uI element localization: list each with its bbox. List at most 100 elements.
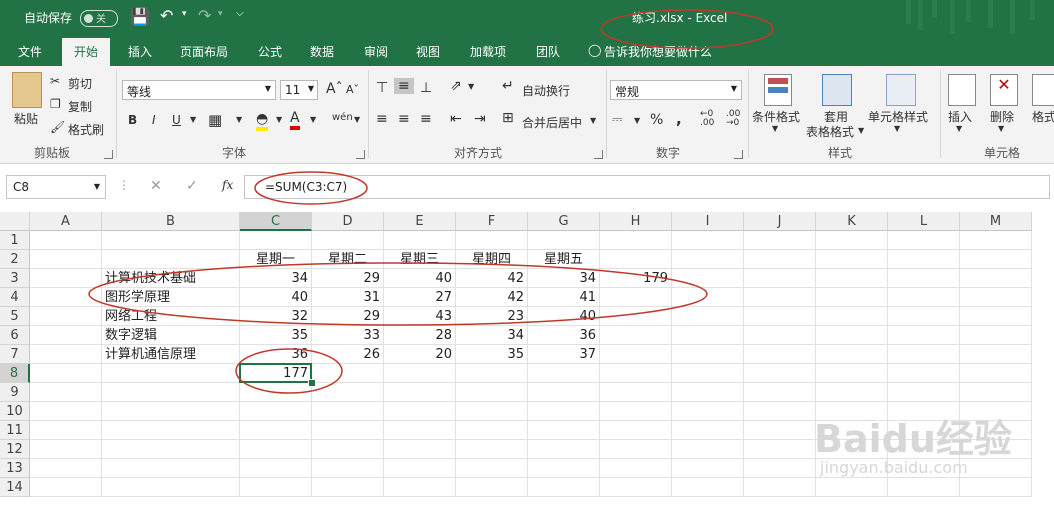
increase-indent-icon[interactable]: ⇥ <box>474 111 486 127</box>
cell-c4[interactable]: 40 <box>240 288 312 307</box>
cell-j14[interactable] <box>744 478 816 497</box>
chevron-down-icon[interactable]: ▼ <box>634 116 640 125</box>
chevron-down-icon[interactable]: ▼ <box>468 82 474 91</box>
row-header-1[interactable]: 1 <box>0 231 30 250</box>
underline-button[interactable]: U <box>172 113 181 127</box>
cell-styles-button[interactable]: 单元格样式 <box>868 108 928 125</box>
cell-h5[interactable] <box>600 307 672 326</box>
cell-a13[interactable] <box>30 459 102 478</box>
tab-review[interactable]: 审阅 <box>364 43 388 60</box>
cell-f9[interactable] <box>456 383 528 402</box>
cell-a6[interactable] <box>30 326 102 345</box>
tab-data[interactable]: 数据 <box>310 43 334 60</box>
cell-j2[interactable] <box>744 250 816 269</box>
cell-b2[interactable] <box>102 250 240 269</box>
cell-g5[interactable]: 40 <box>528 307 600 326</box>
cell-a8[interactable] <box>30 364 102 383</box>
chevron-down-icon[interactable]: ▼ <box>894 124 900 133</box>
cell-b8[interactable] <box>102 364 240 383</box>
cell-c12[interactable] <box>240 440 312 459</box>
percent-button[interactable]: % <box>650 112 663 128</box>
cell-f11[interactable] <box>456 421 528 440</box>
cell-k3[interactable] <box>816 269 888 288</box>
row-header-10[interactable]: 10 <box>0 402 30 421</box>
cell-d10[interactable] <box>312 402 384 421</box>
cell-j6[interactable] <box>744 326 816 345</box>
cell-l9[interactable] <box>888 383 960 402</box>
cell-b11[interactable] <box>102 421 240 440</box>
cell-l8[interactable] <box>888 364 960 383</box>
cell-h13[interactable] <box>600 459 672 478</box>
cell-i10[interactable] <box>672 402 744 421</box>
copy-button[interactable]: 复制 <box>68 98 92 115</box>
cell-d2[interactable]: 星期二 <box>312 250 384 269</box>
align-top-icon[interactable]: ⊤ <box>376 80 388 96</box>
conditional-format-button[interactable]: 条件格式 <box>752 108 800 125</box>
cell-f14[interactable] <box>456 478 528 497</box>
cell-b6[interactable]: 数字逻辑 <box>102 326 240 345</box>
cell-b5[interactable]: 网络工程 <box>102 307 240 326</box>
cell-h10[interactable] <box>600 402 672 421</box>
cell-f12[interactable] <box>456 440 528 459</box>
currency-icon[interactable]: ⎓ <box>612 112 622 127</box>
cell-d6[interactable]: 33 <box>312 326 384 345</box>
alignment-launcher-icon[interactable] <box>594 150 603 159</box>
cell-l6[interactable] <box>888 326 960 345</box>
tell-me-box[interactable]: 告诉我你想要做什么 <box>604 43 712 60</box>
cell-d4[interactable]: 31 <box>312 288 384 307</box>
cell-d8[interactable] <box>312 364 384 383</box>
cell-l4[interactable] <box>888 288 960 307</box>
cell-b10[interactable] <box>102 402 240 421</box>
cell-j11[interactable] <box>744 421 816 440</box>
cell-e6[interactable]: 28 <box>384 326 456 345</box>
cell-i6[interactable] <box>672 326 744 345</box>
cell-i11[interactable] <box>672 421 744 440</box>
cell-b3[interactable]: 计算机技术基础 <box>102 269 240 288</box>
cell-m7[interactable] <box>960 345 1032 364</box>
cell-a3[interactable] <box>30 269 102 288</box>
cell-f1[interactable] <box>456 231 528 250</box>
cell-e9[interactable] <box>384 383 456 402</box>
cell-j1[interactable] <box>744 231 816 250</box>
cell-a5[interactable] <box>30 307 102 326</box>
cell-g12[interactable] <box>528 440 600 459</box>
cell-i9[interactable] <box>672 383 744 402</box>
cell-c5[interactable]: 32 <box>240 307 312 326</box>
cell-e2[interactable]: 星期三 <box>384 250 456 269</box>
tab-page-layout[interactable]: 页面布局 <box>180 43 228 60</box>
cell-k9[interactable] <box>816 383 888 402</box>
cell-j7[interactable] <box>744 345 816 364</box>
number-format-select[interactable]: 常规 ▼ <box>610 80 742 100</box>
cell-d7[interactable]: 26 <box>312 345 384 364</box>
cell-m1[interactable] <box>960 231 1032 250</box>
cell-m14[interactable] <box>960 478 1032 497</box>
cell-g1[interactable] <box>528 231 600 250</box>
column-header-c[interactable]: C <box>240 212 312 231</box>
cell-j9[interactable] <box>744 383 816 402</box>
cell-j12[interactable] <box>744 440 816 459</box>
cell-b14[interactable] <box>102 478 240 497</box>
cell-m8[interactable] <box>960 364 1032 383</box>
row-header-7[interactable]: 7 <box>0 345 30 364</box>
cell-a7[interactable] <box>30 345 102 364</box>
column-header-b[interactable]: B <box>102 212 240 231</box>
merge-center-button[interactable]: 合并后居中 <box>522 114 582 131</box>
cell-d3[interactable]: 29 <box>312 269 384 288</box>
cell-l7[interactable] <box>888 345 960 364</box>
name-box[interactable]: C8 ▼ <box>6 175 106 199</box>
cell-c11[interactable] <box>240 421 312 440</box>
chevron-down-icon[interactable]: ▼ <box>858 126 864 135</box>
chevron-down-icon[interactable]: ▼ <box>998 124 1004 133</box>
column-header-a[interactable]: A <box>30 212 102 231</box>
cell-e1[interactable] <box>384 231 456 250</box>
tab-team[interactable]: 团队 <box>536 43 560 60</box>
format-painter-button[interactable]: 格式刷 <box>68 121 104 138</box>
column-header-d[interactable]: D <box>312 212 384 231</box>
chevron-down-icon[interactable]: ▼ <box>772 124 778 133</box>
cell-l14[interactable] <box>888 478 960 497</box>
border-icon[interactable]: ▦ <box>208 111 222 129</box>
bold-button[interactable]: B <box>128 113 137 127</box>
cell-e11[interactable] <box>384 421 456 440</box>
cell-j4[interactable] <box>744 288 816 307</box>
number-launcher-icon[interactable] <box>734 150 743 159</box>
